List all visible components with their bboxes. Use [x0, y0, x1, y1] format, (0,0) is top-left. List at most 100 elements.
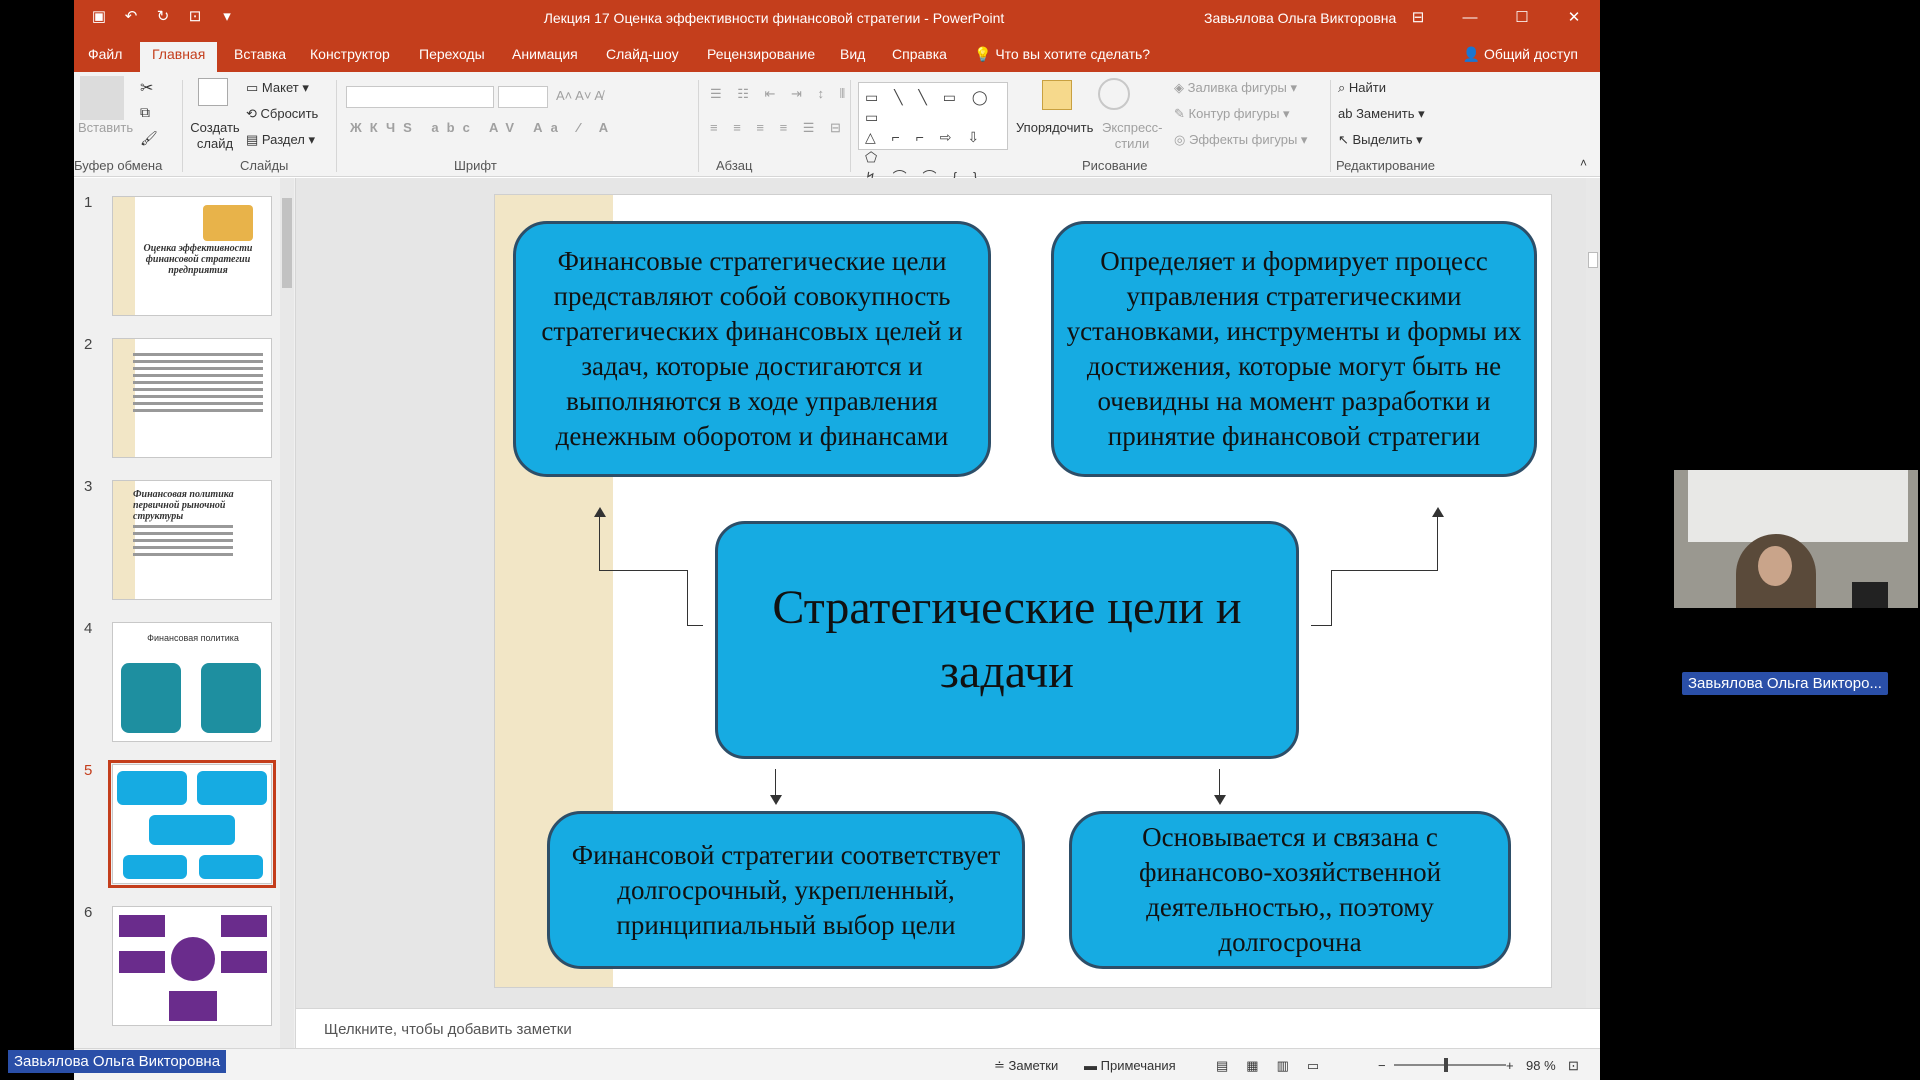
new-slide-button[interactable]: Создать слайд [190, 120, 240, 152]
thumbnail-box [123, 855, 187, 879]
paste-button[interactable]: Вставить [78, 120, 133, 135]
minimize-button[interactable]: — [1444, 0, 1496, 36]
group-label-editing: Редактирование [1336, 158, 1436, 173]
slide-thumbnail-6[interactable] [112, 906, 272, 1026]
scrollbar-thumb[interactable] [282, 198, 292, 288]
center-box[interactable]: Стратегические цели и задачи [715, 521, 1299, 759]
slide-thumbnail-5[interactable] [108, 760, 276, 888]
customize-qat-icon[interactable]: ▾ [218, 8, 236, 26]
quick-styles-icon[interactable] [1098, 78, 1130, 110]
current-slide[interactable]: Финансовые стратегические цели представл… [494, 194, 1552, 988]
tab-insert[interactable]: Вставка [234, 46, 286, 62]
zoom-out-icon[interactable]: − [1378, 1058, 1386, 1073]
quick-access-toolbar: ▣ ↶ ↻ ⊡ ▾ [90, 8, 236, 26]
redo-icon[interactable]: ↻ [154, 8, 172, 26]
top-right-box[interactable]: Определяет и формирует процесс управлени… [1051, 221, 1537, 477]
zoom-slider-thumb[interactable] [1444, 1058, 1448, 1072]
fit-to-window-icon[interactable]: ⊡ [1568, 1058, 1579, 1074]
tab-slideshow[interactable]: Слайд-шоу [606, 46, 679, 62]
top-left-box[interactable]: Финансовые стратегические цели представл… [513, 221, 991, 477]
font-grow-shrink-icons[interactable]: A˄ A˅ A̸ [556, 88, 603, 103]
slide-thumbnail-1[interactable]: Оценка эффективности финансовой стратеги… [112, 196, 272, 316]
scrollbar-thumb[interactable] [1588, 252, 1598, 268]
cut-icon[interactable]: ✂ [140, 78, 153, 98]
thumbnail-text-lines [133, 521, 233, 560]
group-label-slides: Слайды [240, 158, 289, 173]
connector-line [1331, 570, 1437, 571]
section-button[interactable]: ▤ Раздел ▾ [246, 132, 315, 148]
select-label: Выделить [1352, 132, 1413, 147]
copy-icon[interactable]: ⧉ [140, 104, 150, 121]
slideshow-start-icon[interactable]: ⊡ [186, 8, 204, 26]
reset-button[interactable]: ⟲ Сбросить [246, 106, 318, 122]
notes-pane[interactable]: Щелкните, чтобы добавить заметки [296, 1008, 1600, 1048]
replace-button[interactable]: ab Заменить ▾ [1338, 106, 1425, 122]
connector-line [1331, 570, 1332, 626]
thumbnails-scrollbar[interactable] [280, 178, 294, 1048]
bottom-right-box[interactable]: Основывается и связана с финансово-хозяй… [1069, 811, 1511, 969]
arrow-up-icon [1432, 507, 1444, 517]
layout-button[interactable]: ▭ Макет ▾ [246, 80, 309, 96]
ribbon-separator [1330, 80, 1331, 172]
tab-view[interactable]: Вид [840, 46, 865, 62]
tab-home[interactable]: Главная [140, 42, 218, 72]
new-slide-icon[interactable] [198, 78, 228, 106]
ribbon-separator [336, 80, 337, 172]
paragraph-align-buttons[interactable]: ≡ ≡ ≡ ≡ ☰ ⊟ [710, 120, 847, 136]
thumbnail-number: 5 [84, 762, 93, 779]
tab-review[interactable]: Рецензирование [707, 46, 815, 62]
slide-thumbnail-2[interactable] [112, 338, 272, 458]
font-format-buttons[interactable]: ЖКЧS abc AV Aa ⁄ A [350, 120, 616, 135]
title-bar: ▣ ↶ ↻ ⊡ ▾ Лекция 17 Оценка эффективности… [74, 0, 1600, 36]
connector-line [599, 570, 687, 571]
shape-fill-button[interactable]: ◈ Заливка фигуры ▾ [1174, 80, 1297, 96]
thumbnail-number: 3 [84, 478, 93, 495]
reset-label: Сбросить [260, 106, 319, 121]
collapse-ribbon-icon[interactable]: ˄ [1580, 156, 1587, 170]
format-painter-icon[interactable]: 🖌 [140, 130, 158, 147]
view-buttons[interactable]: ▤▦▥▭ [1216, 1058, 1337, 1074]
save-icon[interactable]: ▣ [90, 8, 108, 26]
zoom-in-icon[interactable]: + [1506, 1058, 1514, 1073]
find-button[interactable]: ⌕ Найти [1338, 80, 1386, 96]
tab-animations[interactable]: Анимация [512, 46, 578, 62]
tab-file[interactable]: Файл [88, 46, 122, 62]
bottom-left-box[interactable]: Финансовой стратегии соответствует долго… [547, 811, 1025, 969]
zoom-slider[interactable] [1394, 1064, 1506, 1066]
quick-styles-button[interactable]: Экспресс-стили [1102, 120, 1163, 152]
share-button[interactable]: 👤 Общий доступ [1463, 46, 1578, 63]
ribbon-separator [182, 80, 183, 172]
thumbnail-title: Финансовая политика первичной рыночной с… [133, 489, 234, 522]
undo-icon[interactable]: ↶ [122, 8, 140, 26]
editor-scrollbar[interactable] [1586, 178, 1600, 1008]
font-size-input[interactable] [498, 86, 548, 108]
slide-thumbnail-3[interactable]: Финансовая политика первичной рыночной с… [112, 480, 272, 600]
comments-toggle-button[interactable]: ▬ Примечания [1084, 1058, 1176, 1073]
thumbnail-box [221, 951, 267, 973]
signed-in-user[interactable]: Завьялова Ольга Викторовна [1204, 10, 1396, 26]
maximize-button[interactable]: ☐ [1496, 0, 1548, 36]
arrange-icon[interactable] [1042, 80, 1072, 110]
tab-transitions[interactable]: Переходы [419, 46, 485, 62]
font-family-input[interactable] [346, 86, 494, 108]
tab-design[interactable]: Конструктор [310, 46, 390, 62]
thumbnail-box [199, 855, 263, 879]
arrange-button[interactable]: Упорядочить [1016, 120, 1093, 135]
tell-me-search[interactable]: 💡 Что вы хотите сделать? [974, 46, 1150, 63]
shape-effects-button[interactable]: ◎ Эффекты фигуры ▾ [1174, 132, 1307, 148]
connector-line [1311, 625, 1331, 626]
paragraph-list-buttons[interactable]: ☰ ☷ ⇤ ⇥ ↕ ⫴ [710, 86, 851, 102]
zoom-level[interactable]: 98 % [1526, 1058, 1556, 1073]
tab-help[interactable]: Справка [892, 46, 947, 62]
connector-line [1437, 513, 1438, 571]
slide-thumbnail-4[interactable]: Финансовая политика [112, 622, 272, 742]
notes-toggle-button[interactable]: ≐ Заметки [994, 1058, 1058, 1074]
shape-outline-button[interactable]: ✎ Контур фигуры ▾ [1174, 106, 1290, 122]
close-button[interactable]: ✕ [1548, 0, 1600, 36]
thumbnail-number: 1 [84, 194, 93, 211]
select-button[interactable]: ↖ Выделить ▾ [1338, 132, 1423, 148]
paste-icon[interactable] [80, 76, 124, 120]
shapes-gallery[interactable]: ▭ ╲ ╲ ▭ ◯ ▭△ ⌐ ⌐ ⇨ ⇩ ⬠↯ ⌒ ⌒ { } ☆ [858, 82, 1008, 205]
ribbon-display-options-icon[interactable]: ⊟ [1392, 0, 1444, 36]
thumbnail-box [117, 771, 187, 805]
